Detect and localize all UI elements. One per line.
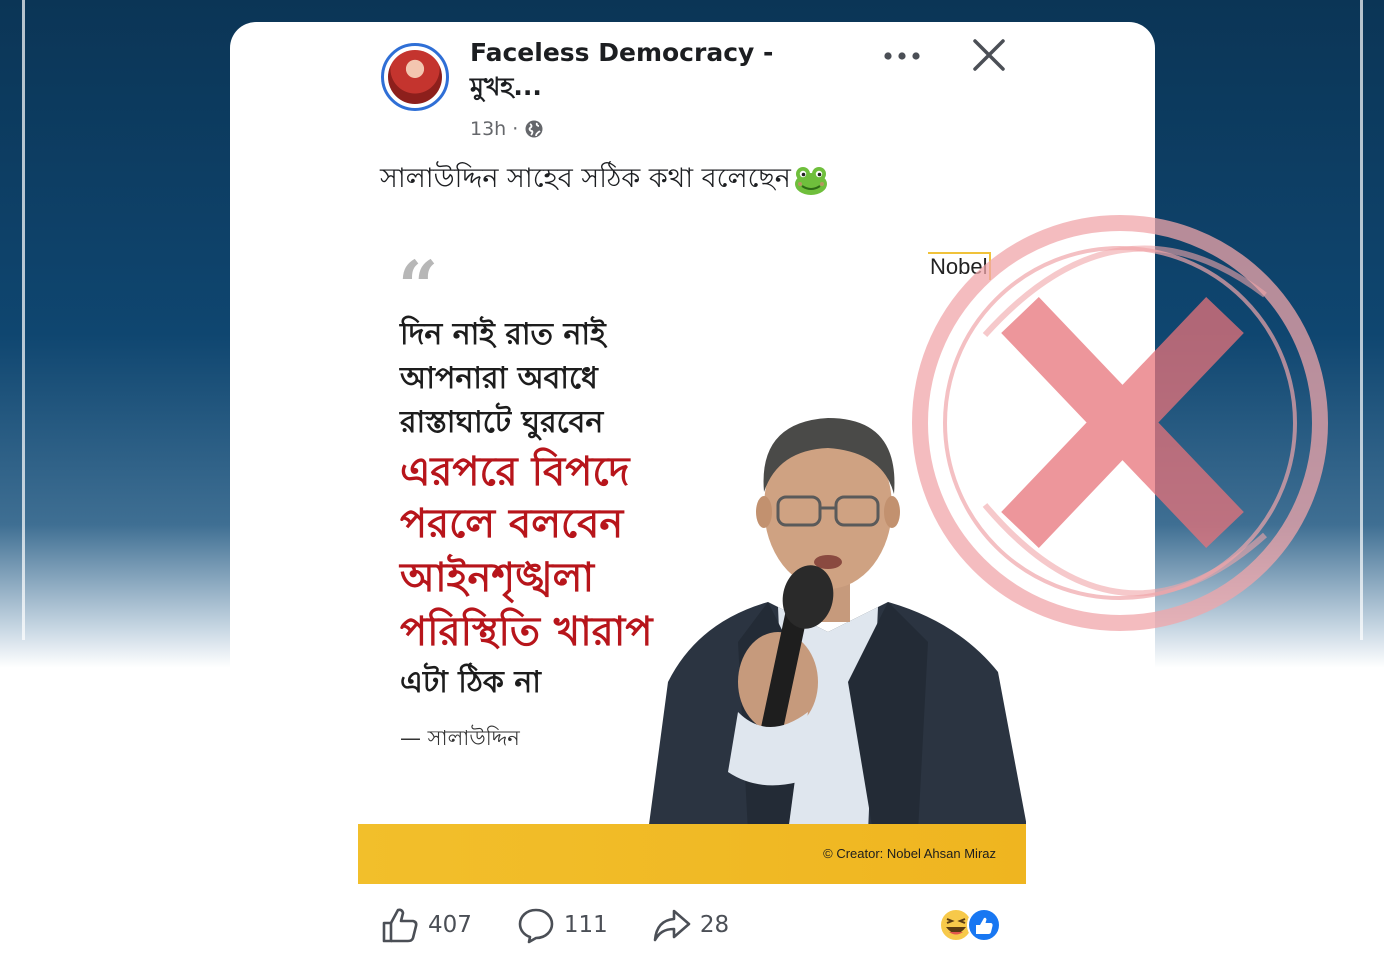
page-avatar[interactable] (381, 43, 449, 111)
frog-emoji-icon (794, 166, 827, 195)
share-count: 28 (699, 912, 730, 938)
post-caption: সালাউদ্দিন সাহেব সঠিক কথা বলেছেন (380, 158, 829, 203)
quote-line: এটা ঠিক না (400, 665, 541, 700)
close-icon[interactable] (970, 36, 1008, 74)
like-reaction-icon (967, 908, 1001, 942)
share-icon (653, 909, 691, 942)
speaker-photo (648, 418, 1026, 832)
nobel-logo: Nobel (928, 252, 992, 280)
comment-icon (518, 908, 554, 944)
reaction-summary[interactable] (938, 906, 1004, 944)
frame-line-left (22, 0, 25, 640)
avatar-image (388, 50, 442, 104)
credit-text: © Creator: Nobel Ahsan Miraz (823, 846, 996, 861)
like-count: 407 (428, 912, 472, 938)
post-meta: 13h · (470, 118, 544, 140)
credit-bar: © Creator: Nobel Ahsan Miraz (358, 824, 1026, 884)
post-time[interactable]: 13h (470, 118, 506, 140)
frame-line-right (1360, 0, 1363, 640)
share-button[interactable]: 28 (652, 905, 729, 945)
comment-count: 111 (563, 912, 608, 938)
globe-icon (525, 120, 543, 138)
comment-button[interactable]: 111 (516, 905, 608, 945)
more-horizontal-icon[interactable] (880, 44, 924, 68)
caption-text: সালাউদ্দিন সাহেব সঠিক কথা বলেছেন (380, 163, 791, 194)
quote-attribution: — সালাউদ্দিন (400, 726, 520, 750)
like-button[interactable]: 407 (380, 905, 472, 945)
meta-separator: · (512, 118, 519, 140)
reaction-bar: 407 111 28 (380, 902, 773, 948)
page-name[interactable]: Faceless Democracy - মুখহ... (470, 36, 790, 104)
post-image[interactable]: Nobel “ দিন নাই রাত নাই আপনারা অবাধে রাস… (358, 232, 1026, 884)
quote-line-highlight: পরিস্থিতি খারাপ (400, 609, 653, 655)
like-icon (382, 908, 418, 943)
